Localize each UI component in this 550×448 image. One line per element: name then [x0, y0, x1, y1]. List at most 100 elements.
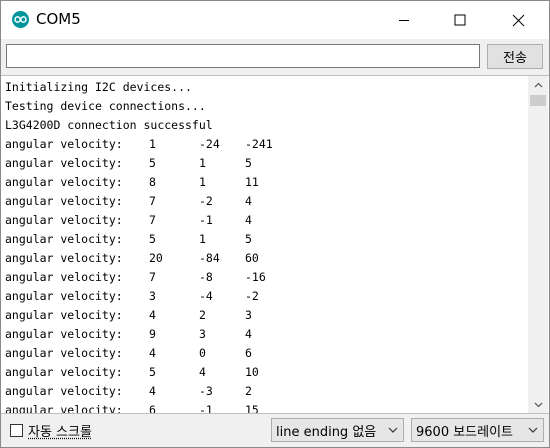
- row-value-x: 4: [149, 384, 156, 398]
- output-line: Testing device connections...: [5, 99, 206, 113]
- row-value-z: 60: [245, 251, 259, 265]
- chevron-down-icon: [528, 427, 538, 433]
- output-line: Initializing I2C devices...: [5, 80, 192, 94]
- output-row: angular velocity: 5 1 5: [5, 154, 525, 173]
- row-value-z: 5: [245, 156, 252, 170]
- autoscroll-checkbox[interactable]: [10, 424, 23, 437]
- row-value-y: -24: [199, 137, 220, 151]
- row-value-x: 7: [149, 270, 156, 284]
- vertical-scrollbar[interactable]: [528, 76, 548, 413]
- row-value-x: 7: [149, 194, 156, 208]
- row-value-z: 6: [245, 346, 252, 360]
- close-icon: [512, 14, 524, 26]
- autoscroll-toggle[interactable]: 자동 스크롤: [10, 421, 92, 440]
- output-row: angular velocity: 4 2 3: [5, 306, 525, 325]
- row-value-y: 1: [199, 175, 206, 189]
- row-label: angular velocity:: [5, 289, 123, 303]
- chevron-down-icon: [534, 402, 542, 407]
- row-value-z: 10: [245, 365, 259, 379]
- row-label: angular velocity:: [5, 365, 123, 379]
- baud-rate-value: 9600 보드레이트: [416, 424, 514, 440]
- row-label: angular velocity:: [5, 137, 123, 151]
- row-value-y: 0: [199, 346, 206, 360]
- send-button[interactable]: 전송: [487, 44, 543, 69]
- row-value-x: 20: [149, 251, 163, 265]
- output-row: angular velocity: 7 -8 -16: [5, 268, 525, 287]
- output-row: angular velocity: 4 -3 2: [5, 382, 525, 401]
- line-ending-value: line ending 없음: [276, 424, 377, 440]
- row-value-y: -84: [199, 251, 220, 265]
- row-label: angular velocity:: [5, 346, 123, 360]
- row-value-z: -2: [245, 289, 259, 303]
- row-value-y: -4: [199, 289, 213, 303]
- row-value-y: -8: [199, 270, 213, 284]
- row-value-z: 5: [245, 232, 252, 246]
- row-value-x: 5: [149, 156, 156, 170]
- output-row: angular velocity: 3 -4 -2: [5, 287, 525, 306]
- output-row: angular velocity: 8 1 11: [5, 173, 525, 192]
- chevron-down-icon: [388, 427, 398, 433]
- output-row: angular velocity: 1 -24 -241: [5, 135, 525, 154]
- chevron-up-icon: [534, 82, 542, 87]
- row-value-y: 2: [199, 308, 206, 322]
- row-value-z: -16: [245, 270, 266, 284]
- scroll-down-button[interactable]: [528, 396, 548, 413]
- title-bar[interactable]: COM5: [1, 1, 549, 39]
- autoscroll-label: 자동 스크롤: [28, 425, 92, 440]
- row-value-y: -3: [199, 384, 213, 398]
- row-value-y: -2: [199, 194, 213, 208]
- row-label: angular velocity:: [5, 308, 123, 322]
- row-label: angular velocity:: [5, 194, 123, 208]
- row-value-x: 1: [149, 137, 156, 151]
- row-value-z: 15: [245, 403, 259, 414]
- row-value-y: 1: [199, 156, 206, 170]
- serial-input[interactable]: [6, 44, 480, 68]
- row-value-x: 5: [149, 232, 156, 246]
- row-value-x: 6: [149, 403, 156, 414]
- output-row: angular velocity: 6 -1 15: [5, 401, 525, 414]
- row-value-z: 3: [245, 308, 252, 322]
- output-row: angular velocity: 7 -1 4: [5, 211, 525, 230]
- row-value-y: 4: [199, 365, 206, 379]
- maximize-icon: [454, 14, 466, 26]
- scroll-up-button[interactable]: [528, 76, 548, 93]
- minimize-button[interactable]: [381, 1, 427, 39]
- serial-output[interactable]: Initializing I2C devices... Testing devi…: [1, 75, 549, 414]
- row-value-z: 4: [245, 194, 252, 208]
- serial-monitor-window: COM5 전송 Initializing I2C devices... Test…: [0, 0, 550, 448]
- output-row: angular velocity: 9 3 4: [5, 325, 525, 344]
- maximize-button[interactable]: [437, 1, 483, 39]
- row-label: angular velocity:: [5, 251, 123, 265]
- row-label: angular velocity:: [5, 156, 123, 170]
- row-value-x: 8: [149, 175, 156, 189]
- window-title: COM5: [36, 10, 81, 28]
- scrollbar-thumb[interactable]: [530, 95, 546, 106]
- row-value-y: 1: [199, 232, 206, 246]
- output-row: angular velocity: 5 1 5: [5, 230, 525, 249]
- close-button[interactable]: [495, 1, 541, 39]
- row-value-y: 3: [199, 327, 206, 341]
- row-value-z: 4: [245, 213, 252, 227]
- baud-rate-select[interactable]: 9600 보드레이트: [411, 418, 544, 442]
- row-label: angular velocity:: [5, 327, 123, 341]
- row-value-y: -1: [199, 403, 213, 414]
- line-ending-select[interactable]: line ending 없음: [271, 418, 404, 442]
- output-line: L3G4200D connection successful: [5, 118, 213, 132]
- arduino-icon: [12, 11, 29, 28]
- row-value-x: 5: [149, 365, 156, 379]
- row-value-x: 9: [149, 327, 156, 341]
- minimize-icon: [399, 20, 409, 21]
- output-row: angular velocity: 20 -84 60: [5, 249, 525, 268]
- row-value-z: 4: [245, 327, 252, 341]
- output-row: angular velocity: 7 -2 4: [5, 192, 525, 211]
- row-label: angular velocity:: [5, 403, 123, 414]
- row-value-y: -1: [199, 213, 213, 227]
- output-row: angular velocity: 4 0 6: [5, 344, 525, 363]
- output-row: angular velocity: 5 4 10: [5, 363, 525, 382]
- output-lines: Initializing I2C devices... Testing devi…: [5, 78, 525, 414]
- row-value-z: -241: [245, 137, 273, 151]
- row-value-x: 4: [149, 346, 156, 360]
- row-value-x: 3: [149, 289, 156, 303]
- row-label: angular velocity:: [5, 175, 123, 189]
- row-label: angular velocity:: [5, 384, 123, 398]
